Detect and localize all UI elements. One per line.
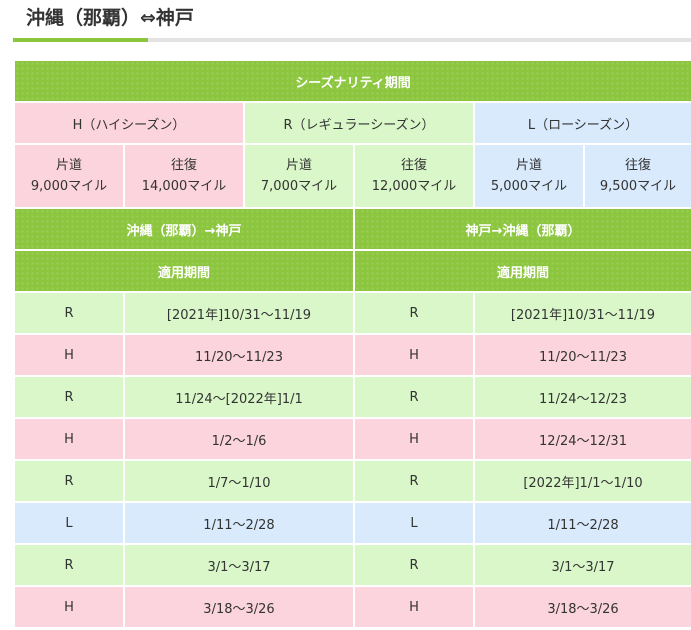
roundtrip-miles: 9,500マイル	[599, 179, 677, 194]
inbound-season-cell: H	[353, 585, 475, 629]
period-inbound-header: 適用期間	[352, 249, 691, 293]
page-title: 沖縄（那覇）⇔神戸	[26, 7, 194, 29]
oneway-miles: 7,000マイル	[260, 179, 338, 194]
inbound-period-cell: 1/11〜2/28	[472, 501, 691, 545]
outbound-period-cell: [2021年]10/31〜11/19	[123, 291, 355, 335]
inbound-period-cell: 3/1〜3/17	[472, 543, 691, 587]
outbound-season-cell: H	[13, 585, 125, 629]
outbound-season-cell: H	[13, 417, 125, 461]
outbound-period-cell: 3/1〜3/17	[123, 543, 355, 587]
inbound-period-cell: 12/24〜12/31	[472, 417, 691, 461]
inbound-season-cell: R	[353, 291, 475, 335]
outbound-period-cell: 1/2〜1/6	[123, 417, 355, 461]
outbound-period-cell: 11/20〜11/23	[123, 333, 355, 377]
inbound-season-cell: H	[353, 333, 475, 377]
roundtrip-miles: 12,000マイル	[371, 179, 457, 194]
period-outbound-header: 適用期間	[13, 249, 355, 293]
table-row: R 11/24〜[2022年]1/1 R 11/24〜12/23	[13, 375, 691, 419]
roundtrip-miles: 14,000マイル	[141, 179, 227, 194]
outbound-period-cell: 3/18〜3/26	[123, 585, 355, 629]
direction-outbound-header: 沖縄（那覇）→神戸	[13, 207, 355, 251]
tier-high-roundtrip: 往復 14,000マイル	[123, 143, 245, 209]
roundtrip-label: 往復	[625, 158, 652, 173]
roundtrip-label: 往復	[400, 158, 427, 173]
outbound-season-cell: R	[13, 291, 125, 335]
inbound-season-cell: R	[353, 459, 475, 503]
tier-low-roundtrip: 往復 9,500マイル	[582, 143, 691, 209]
inbound-period-cell: [2021年]10/31〜11/19	[472, 291, 691, 335]
table-row: H 11/20〜11/23 H 11/20〜11/23	[13, 333, 691, 377]
inbound-period-cell: 11/24〜12/23	[472, 375, 691, 419]
tier-low-oneway: 片道 5,000マイル	[473, 143, 585, 209]
oneway-miles: 5,000マイル	[490, 179, 568, 194]
tier-regular-label: R（レギュラーシーズン）	[243, 101, 475, 145]
seasonality-header: シーズナリティ期間	[12, 59, 691, 103]
inbound-period-cell: 3/18〜3/26	[472, 585, 691, 629]
outbound-period-cell: 1/11〜2/28	[123, 501, 355, 545]
tier-low-label: L（ローシーズン）	[472, 101, 691, 145]
direction-inbound-header: 神戸→沖縄（那覇）	[352, 207, 691, 251]
title-underline	[13, 38, 691, 42]
outbound-season-cell: R	[13, 459, 125, 503]
outbound-season-cell: R	[13, 543, 125, 587]
tier-regular-roundtrip: 往復 12,000マイル	[353, 143, 475, 209]
table-row: R 1/7〜1/10 R [2022年]1/1〜1/10	[13, 459, 691, 503]
table-row: H 1/2〜1/6 H 12/24〜12/31	[13, 417, 691, 461]
outbound-period-cell: 1/7〜1/10	[123, 459, 355, 503]
oneway-label: 片道	[55, 158, 82, 173]
inbound-period-cell: [2022年]1/1〜1/10	[472, 459, 691, 503]
table-row: R 3/1〜3/17 R 3/1〜3/17	[13, 543, 691, 587]
inbound-season-cell: H	[353, 417, 475, 461]
table-row: R [2021年]10/31〜11/19 R [2021年]10/31〜11/19	[13, 291, 691, 335]
oneway-miles: 9,000マイル	[30, 179, 108, 194]
outbound-season-cell: R	[13, 375, 125, 419]
outbound-period-cell: 11/24〜[2022年]1/1	[123, 375, 355, 419]
oneway-label: 片道	[515, 158, 542, 173]
tier-high-label: H（ハイシーズン）	[13, 101, 245, 145]
outbound-season-cell: L	[13, 501, 125, 545]
inbound-season-cell: R	[353, 375, 475, 419]
inbound-season-cell: L	[353, 501, 475, 545]
oneway-label: 片道	[285, 158, 312, 173]
outbound-season-cell: H	[13, 333, 125, 377]
tier-regular-oneway: 片道 7,000マイル	[243, 143, 355, 209]
table-row: H 3/18〜3/26 H 3/18〜3/26	[13, 585, 691, 629]
table-row: L 1/11〜2/28 L 1/11〜2/28	[13, 501, 691, 545]
inbound-period-cell: 11/20〜11/23	[472, 333, 691, 377]
season-rows: R [2021年]10/31〜11/19 R [2021年]10/31〜11/19 H 1…	[13, 291, 691, 629]
inbound-season-cell: R	[353, 543, 475, 587]
tier-high-oneway: 片道 9,000マイル	[13, 143, 125, 209]
roundtrip-label: 往復	[170, 158, 197, 173]
title-underline-accent	[13, 38, 148, 42]
season-table: シーズナリティ期間 H（ハイシーズン） R（レギュラーシーズン） L（ローシーズ…	[12, 59, 691, 629]
